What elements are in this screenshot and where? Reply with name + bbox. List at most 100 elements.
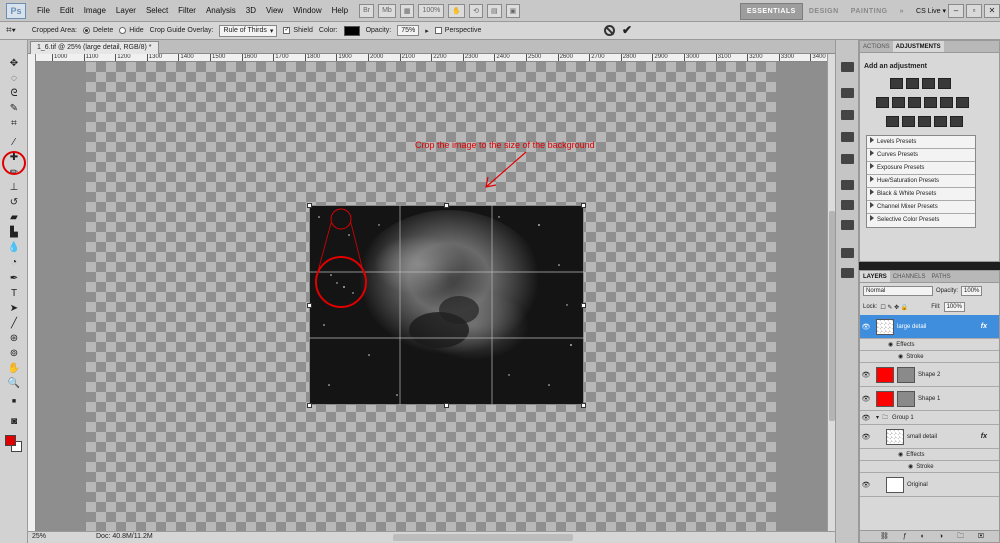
layer-original[interactable]: 👁 Original bbox=[860, 473, 999, 497]
zoom-tool-icon[interactable]: 🔍 bbox=[7, 378, 21, 390]
hand-tool-button[interactable]: ✋ bbox=[448, 3, 466, 18]
quick-mask-icon[interactable]: ◙ bbox=[7, 416, 21, 428]
photo-filter-icon[interactable] bbox=[940, 97, 953, 108]
eraser-tool-icon[interactable]: ▰ bbox=[7, 212, 21, 224]
group-expand-icon[interactable]: ▾ bbox=[876, 414, 879, 421]
visibility-eye-icon[interactable]: 👁 bbox=[860, 414, 872, 422]
invert-icon[interactable] bbox=[886, 116, 899, 127]
3d-orbit-tool-icon[interactable]: ⊚ bbox=[7, 348, 21, 360]
lasso-tool-icon[interactable]: ᘓ bbox=[7, 88, 21, 100]
crop-handle-r[interactable] bbox=[581, 303, 586, 308]
preset-item[interactable]: Exposure Presets bbox=[867, 162, 975, 175]
crop-handle-t[interactable] bbox=[444, 203, 449, 208]
eyedropper-tool-icon[interactable]: ⁄ bbox=[7, 137, 21, 149]
tab-actions[interactable]: ACTIONS bbox=[860, 41, 893, 52]
shield-checkbox[interactable]: ✓ Shield bbox=[283, 27, 313, 34]
menu-layer[interactable]: Layer bbox=[111, 6, 141, 15]
nebula-image[interactable] bbox=[309, 205, 584, 405]
workspace-design[interactable]: DESIGN bbox=[803, 4, 845, 19]
marquee-tool-icon[interactable]: ◌ bbox=[7, 73, 21, 85]
levels-icon[interactable] bbox=[906, 78, 919, 89]
type-tool-icon[interactable]: T bbox=[7, 288, 21, 300]
layer-large-detail[interactable]: 👁 large detail fx bbox=[860, 315, 999, 339]
lock-icons[interactable]: ☐ ✎ ✥ 🔒 bbox=[880, 304, 908, 311]
panel-icon-7[interactable] bbox=[841, 200, 854, 210]
panel-icon-4[interactable] bbox=[841, 132, 854, 142]
panel-icon-1[interactable] bbox=[841, 62, 854, 72]
canvas-area[interactable]: Crop the image to the size of the backgr… bbox=[36, 62, 827, 531]
perspective-checkbox[interactable]: Perspective bbox=[434, 27, 481, 34]
crop-handle-bl[interactable] bbox=[307, 403, 312, 408]
panel-icon-10[interactable] bbox=[841, 268, 854, 278]
layer-shape-1[interactable]: 👁 Shape 1 bbox=[860, 387, 999, 411]
layer-opacity-input[interactable]: 100% bbox=[961, 286, 983, 296]
horizontal-scroll-thumb[interactable] bbox=[393, 534, 573, 541]
workspace-painting[interactable]: PAINTING bbox=[845, 4, 894, 19]
black-white-icon[interactable] bbox=[924, 97, 937, 108]
hand-tool-icon[interactable]: ✋ bbox=[7, 363, 21, 375]
menu-3d[interactable]: 3D bbox=[241, 6, 261, 15]
tab-channels[interactable]: CHANNELS bbox=[890, 271, 929, 282]
launch-minibridge-button[interactable]: Mb bbox=[378, 3, 396, 18]
panel-icon-6[interactable] bbox=[841, 180, 854, 190]
panel-icon-3[interactable] bbox=[841, 110, 854, 120]
status-zoom[interactable]: 25% bbox=[32, 533, 46, 540]
preset-item[interactable]: Curves Presets bbox=[867, 149, 975, 162]
cs-live-button[interactable]: CS Live ▾ bbox=[916, 7, 946, 15]
layer-effects[interactable]: ◉ Effects bbox=[860, 339, 999, 351]
3d-rotate-tool-icon[interactable]: ⊛ bbox=[7, 333, 21, 345]
menu-edit[interactable]: Edit bbox=[55, 6, 79, 15]
zoom-level-select[interactable]: 100% bbox=[418, 3, 445, 18]
gradient-tool-icon[interactable]: ▙ bbox=[7, 227, 21, 239]
preset-item[interactable]: Selective Color Presets bbox=[867, 214, 975, 227]
rotate-view-button[interactable]: ⟲ bbox=[469, 3, 483, 18]
blur-tool-icon[interactable]: 💧 bbox=[7, 242, 21, 254]
crop-handle-b[interactable] bbox=[444, 403, 449, 408]
workspace-essentials[interactable]: ESSENTIALS bbox=[739, 2, 803, 20]
shape-tool-icon[interactable]: ╱ bbox=[7, 318, 21, 330]
quick-select-tool-icon[interactable]: ✎ bbox=[7, 103, 21, 115]
path-selection-tool-icon[interactable]: ➤ bbox=[7, 303, 21, 315]
layer-stroke[interactable]: ◉ Stroke bbox=[860, 351, 999, 363]
opacity-input[interactable]: 75% bbox=[397, 25, 420, 36]
menu-filter[interactable]: Filter bbox=[173, 6, 201, 15]
brightness-contrast-icon[interactable] bbox=[890, 78, 903, 89]
arrange-documents-button[interactable]: ▤ bbox=[486, 3, 502, 18]
layer-shape-2[interactable]: 👁 Shape 2 bbox=[860, 363, 999, 387]
foreground-color-swatch[interactable] bbox=[5, 435, 16, 446]
menu-analysis[interactable]: Analysis bbox=[201, 6, 241, 15]
crop-handle-tl[interactable] bbox=[307, 203, 312, 208]
visibility-eye-icon[interactable]: 👁 bbox=[860, 371, 872, 379]
history-brush-tool-icon[interactable]: ↺ bbox=[7, 197, 21, 209]
move-tool-icon[interactable]: ✥ bbox=[7, 58, 21, 70]
layer-small-detail[interactable]: 👁 small detail fx bbox=[860, 425, 999, 449]
curves-icon[interactable] bbox=[922, 78, 935, 89]
fill-input[interactable]: 100% bbox=[943, 302, 965, 312]
hue-saturation-icon[interactable] bbox=[892, 97, 905, 108]
layer-stroke-2[interactable]: ◉ Stroke bbox=[860, 461, 999, 473]
color-balance-icon[interactable] bbox=[908, 97, 921, 108]
gradient-map-icon[interactable] bbox=[934, 116, 947, 127]
posterize-icon[interactable] bbox=[902, 116, 915, 127]
crop-handle-tr[interactable] bbox=[581, 203, 586, 208]
visibility-eye-icon[interactable]: 👁 bbox=[860, 323, 872, 331]
channel-mixer-icon[interactable] bbox=[956, 97, 969, 108]
panel-icon-5[interactable] bbox=[841, 154, 854, 164]
tab-paths[interactable]: PATHS bbox=[928, 271, 953, 282]
clone-stamp-tool-icon[interactable]: ⊥ bbox=[7, 182, 21, 194]
threshold-icon[interactable] bbox=[918, 116, 931, 127]
exposure-icon[interactable] bbox=[938, 78, 951, 89]
tab-adjustments[interactable]: ADJUSTMENTS bbox=[892, 41, 944, 52]
panel-icon-8[interactable] bbox=[841, 220, 854, 230]
visibility-eye-icon[interactable]: 👁 bbox=[860, 395, 872, 403]
dodge-tool-icon[interactable]: ◔ bbox=[7, 257, 21, 269]
visibility-eye-icon[interactable]: 👁 bbox=[860, 433, 872, 441]
pen-tool-icon[interactable]: ✒ bbox=[7, 273, 21, 285]
cancel-crop-icon[interactable] bbox=[604, 25, 615, 36]
preset-item[interactable]: Channel Mixer Presets bbox=[867, 201, 975, 214]
menu-help[interactable]: Help bbox=[327, 6, 353, 15]
view-extras-button[interactable]: ▦ bbox=[399, 3, 415, 18]
default-colors-icon[interactable]: ■ bbox=[7, 396, 21, 408]
layers-bottom-icons[interactable]: ⛓ ƒ ◐ ◑ 🗀 ▣ 🗑 bbox=[880, 532, 999, 543]
vibrance-icon[interactable] bbox=[876, 97, 889, 108]
